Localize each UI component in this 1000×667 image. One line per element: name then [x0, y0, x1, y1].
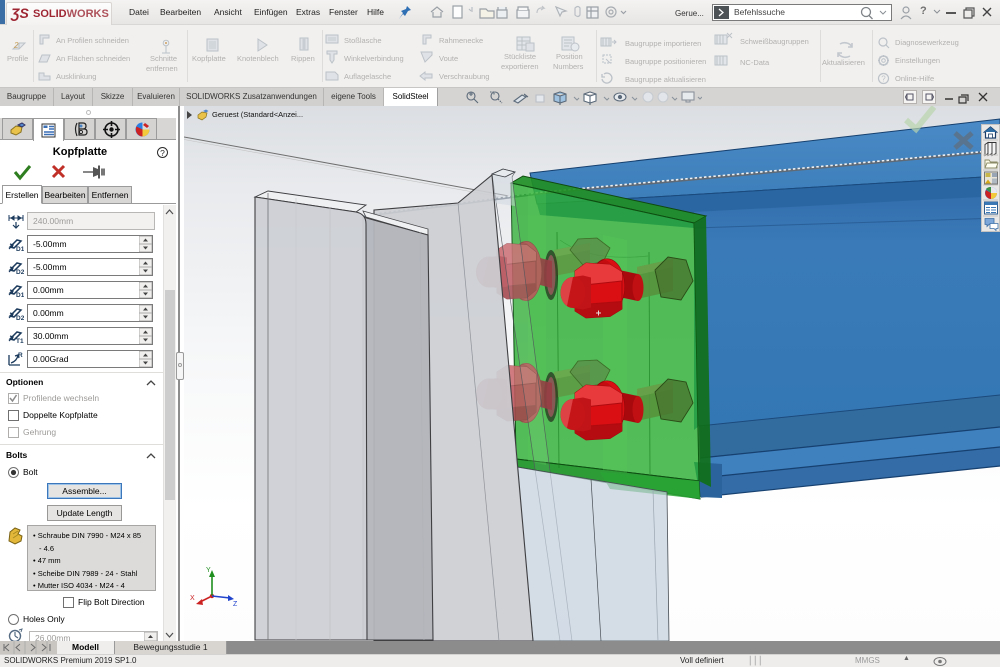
svg-text:T1: T1 [16, 338, 24, 344]
svg-text:D2: D2 [16, 315, 24, 321]
svg-text:ƷS: ƷS [10, 5, 30, 21]
svg-text:D2: D2 [16, 269, 24, 275]
svg-text:D1: D1 [16, 246, 24, 252]
svg-text:X: X [190, 595, 195, 602]
svg-text:Gerue...: Gerue... [675, 9, 704, 18]
svg-text:SOLIDWORKS: SOLIDWORKS [33, 8, 109, 20]
svg-text:Geruest (Standard<Anzei...: Geruest (Standard<Anzei... [212, 110, 303, 119]
svg-text:D1: D1 [16, 292, 24, 298]
svg-text:?: ? [881, 75, 886, 84]
svg-text:Z: Z [233, 601, 238, 608]
svg-text:Y: Y [206, 567, 211, 574]
svg-text:R: R [18, 352, 23, 359]
svg-text:2: 2 [13, 41, 19, 50]
